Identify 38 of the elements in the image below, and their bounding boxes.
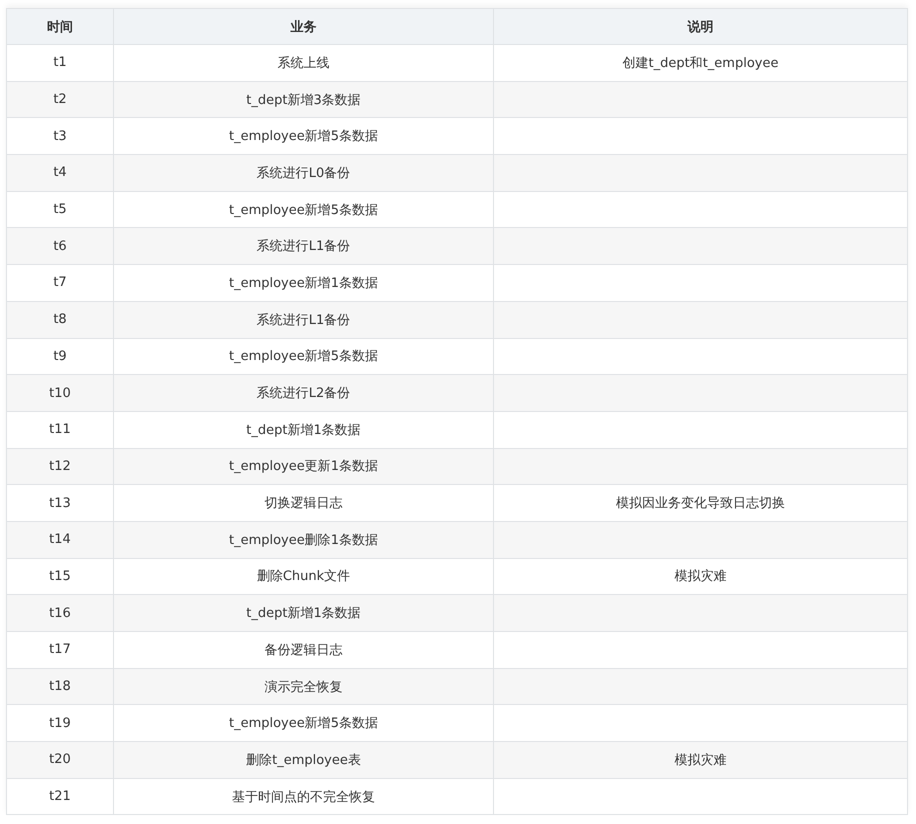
column-header: 说明 [494, 8, 908, 44]
table-cell: 模拟因业务变化导致日志切换 [494, 484, 908, 522]
table-cell: t_dept新增1条数据 [114, 411, 494, 448]
table-cell: 系统进行L2备份 [114, 374, 494, 412]
table-cell: t1 [6, 44, 114, 82]
table-cell: t10 [6, 374, 114, 412]
column-header: 业务 [114, 8, 494, 44]
table-cell: t11 [6, 411, 114, 448]
table-cell: t_employee更新1条数据 [114, 448, 494, 485]
table-cell: t16 [6, 594, 114, 632]
table-cell: t4 [6, 154, 114, 192]
column-header: 时间 [6, 8, 114, 44]
table-cell: t7 [6, 264, 114, 302]
table-cell: 模拟灾难 [494, 742, 908, 778]
table-cell: t_dept新增1条数据 [114, 594, 494, 632]
table-cell: t14 [6, 521, 114, 558]
table-cell: 创建t_dept和t_employee [494, 44, 908, 82]
table-cell: 系统进行L0备份 [114, 154, 494, 192]
table-cell: t12 [6, 448, 114, 485]
table-cell: t20 [6, 742, 114, 778]
table-cell: t_employee新增1条数据 [114, 264, 494, 302]
table-cell: t13 [6, 484, 114, 522]
table-cell: 备份逻辑日志 [114, 632, 494, 668]
table-cell: t8 [6, 301, 114, 338]
table-cell: 演示完全恢复 [114, 668, 494, 705]
table-cell: 系统进行L1备份 [114, 301, 494, 338]
table-cell: 删除t_employee表 [114, 742, 494, 778]
table-cell: t18 [6, 668, 114, 705]
table-cell: 切换逻辑日志 [114, 484, 494, 522]
table-cell: t6 [6, 228, 114, 265]
table-cell: t_dept新增3条数据 [114, 81, 494, 118]
table-cell: 系统上线 [114, 44, 494, 82]
table-cell: t17 [6, 632, 114, 668]
table-cell: t_employee删除1条数据 [114, 521, 494, 558]
table-cell: t2 [6, 81, 114, 118]
table-cell: 基于时间点的不完全恢复 [114, 778, 494, 815]
table-cell: t21 [6, 778, 114, 815]
table-cell: 系统进行L1备份 [114, 228, 494, 265]
